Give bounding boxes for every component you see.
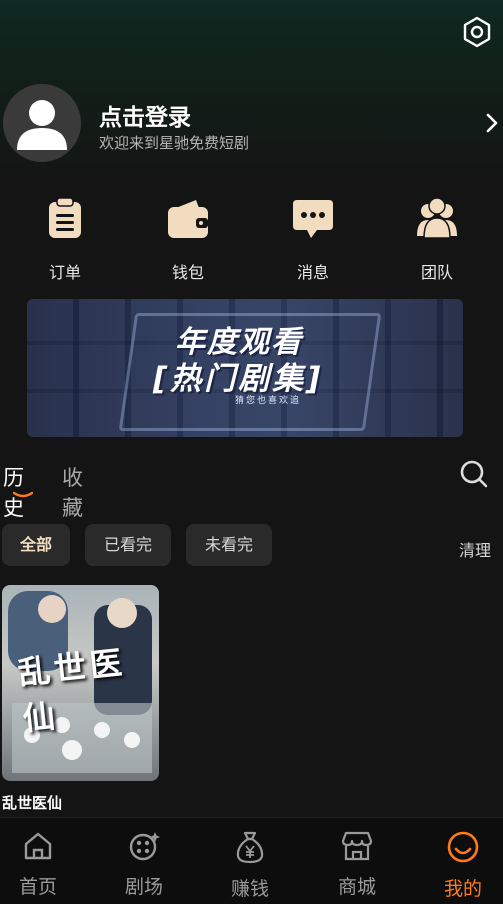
tab-underline-icon: [13, 492, 33, 498]
quick-item-wallet[interactable]: 钱包: [143, 196, 233, 283]
banner-caption: 猜您也喜欢追: [235, 396, 302, 406]
nav-label-earn: 赚钱: [230, 878, 269, 900]
theater-icon: [129, 832, 160, 861]
login-row[interactable]: 点击登录 欢迎来到星驰免费短剧: [3, 84, 503, 164]
welcome-text: 欢迎来到星驰免费短剧: [99, 134, 250, 152]
message-icon: [293, 200, 333, 238]
quick-label-messages: 消息: [296, 263, 329, 282]
settings-hex-icon: [463, 16, 491, 48]
login-title[interactable]: 点击登录: [99, 98, 191, 132]
home-icon: [24, 832, 52, 860]
nav-earn[interactable]: 赚钱: [200, 830, 300, 901]
chevron-right-icon[interactable]: [485, 112, 499, 134]
nav-theater[interactable]: 剧场: [94, 830, 194, 899]
drama-poster[interactable]: 乱世医仙: [2, 585, 159, 781]
nav-store[interactable]: 商城: [307, 830, 407, 899]
bottom-nav: 首页 剧场 赚钱 商城 我的: [0, 817, 503, 904]
user-icon: [17, 100, 67, 150]
filter-watched[interactable]: 已看完: [85, 524, 171, 566]
money-bag-icon: [236, 831, 264, 864]
quick-actions: 订单 钱包 消息 团队: [0, 196, 503, 286]
avatar[interactable]: [3, 84, 81, 162]
settings-button[interactable]: [457, 12, 497, 52]
nav-label-store: 商城: [337, 876, 376, 898]
nav-label-theater: 剧场: [124, 876, 163, 898]
quick-item-team[interactable]: 团队: [392, 196, 482, 283]
nav-label-mine: 我的: [443, 878, 482, 900]
poster-title-text: 乱世医仙: [16, 643, 128, 739]
wallet-icon: [168, 200, 208, 238]
filter-unwatched[interactable]: 未看完: [186, 524, 272, 566]
nav-home[interactable]: 首页: [0, 830, 88, 899]
drama-title[interactable]: 乱世医仙: [2, 792, 62, 813]
quick-item-messages[interactable]: 消息: [268, 196, 358, 283]
clipboard-icon: [49, 197, 81, 238]
nav-mine[interactable]: 我的: [413, 830, 503, 901]
smile-icon: [447, 831, 479, 863]
promo-banner[interactable]: 年度观看 [热门剧集] 猜您也喜欢追: [27, 299, 463, 437]
banner-subheading: [热门剧集]: [153, 361, 324, 397]
filter-all[interactable]: 全部: [2, 524, 70, 566]
quick-item-orders[interactable]: 订单: [20, 196, 110, 283]
tab-favorites[interactable]: 收藏: [62, 462, 83, 522]
quick-label-team: 团队: [420, 263, 453, 282]
nav-label-home: 首页: [18, 876, 57, 898]
team-icon: [417, 197, 457, 239]
search-icon[interactable]: [459, 459, 489, 489]
quick-label-orders: 订单: [48, 263, 81, 282]
clear-button[interactable]: 清理: [459, 537, 491, 561]
quick-label-wallet: 钱包: [171, 263, 204, 282]
store-icon: [341, 831, 373, 861]
